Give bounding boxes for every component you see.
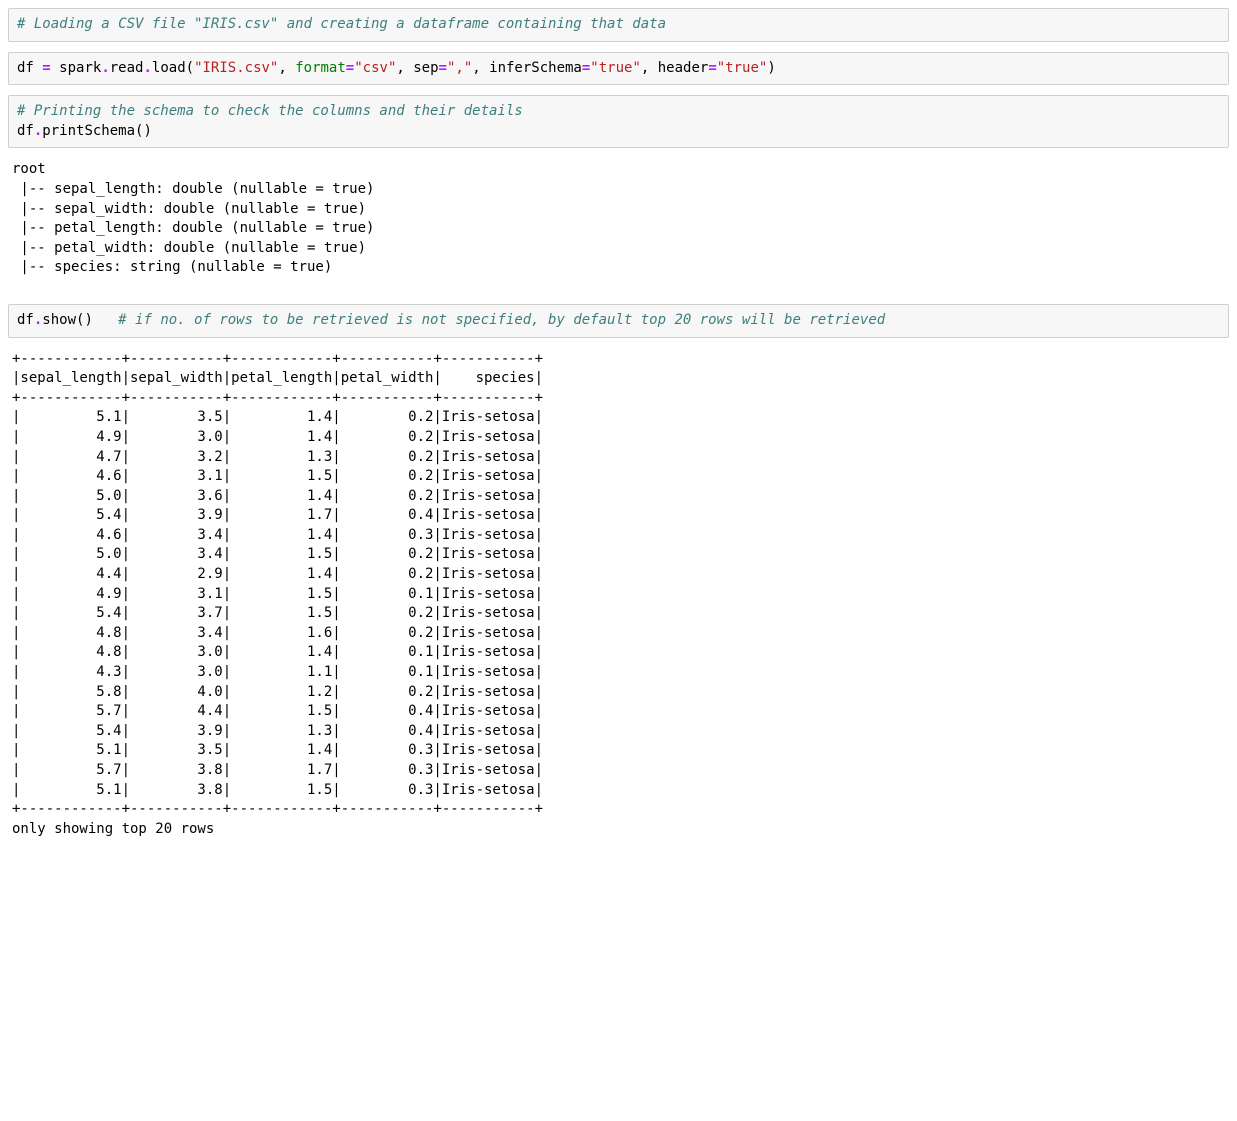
- code-var: df: [17, 60, 42, 76]
- code-string: "true": [717, 60, 768, 76]
- code-eq: =: [346, 60, 354, 76]
- code-string: "csv": [354, 60, 396, 76]
- code-keyword-arg: format: [295, 60, 346, 76]
- code-paren: (: [186, 60, 194, 76]
- code-attr: read: [110, 60, 144, 76]
- code-paren: ): [767, 60, 775, 76]
- code-keyword-arg: sep: [413, 60, 438, 76]
- code-func: load: [152, 60, 186, 76]
- code-var: spark: [59, 60, 101, 76]
- code-comment: # Loading a CSV file "IRIS.csv" and crea…: [17, 16, 666, 32]
- code-paren: (): [135, 123, 152, 139]
- code-comment: # Printing the schema to check the colum…: [17, 103, 523, 119]
- output-schema: root |-- sepal_length: double (nullable …: [8, 158, 1229, 288]
- code-comma: ,: [396, 60, 413, 76]
- code-eq: =: [708, 60, 716, 76]
- code-keyword-arg: header: [658, 60, 709, 76]
- output-table: +------------+-----------+------------+-…: [8, 348, 1229, 850]
- code-string: "IRIS.csv": [194, 60, 278, 76]
- code-spacer: [93, 312, 118, 328]
- code-string: "true": [590, 60, 641, 76]
- code-op: =: [42, 60, 59, 76]
- code-cell-1[interactable]: # Loading a CSV file "IRIS.csv" and crea…: [8, 8, 1229, 42]
- code-cell-3[interactable]: # Printing the schema to check the colum…: [8, 95, 1229, 148]
- code-var: df: [17, 123, 34, 139]
- code-eq: =: [439, 60, 447, 76]
- code-comma: ,: [472, 60, 489, 76]
- code-cell-4[interactable]: df.show() # if no. of rows to be retriev…: [8, 304, 1229, 338]
- code-func: printSchema: [42, 123, 135, 139]
- code-comment: # if no. of rows to be retrieved is not …: [118, 312, 885, 328]
- code-cell-2[interactable]: df = spark.read.load("IRIS.csv", format=…: [8, 52, 1229, 86]
- code-var: df: [17, 312, 34, 328]
- code-func: show: [42, 312, 76, 328]
- code-dot: .: [143, 60, 151, 76]
- code-comma: ,: [641, 60, 658, 76]
- code-paren: (): [76, 312, 93, 328]
- code-comma: ,: [278, 60, 295, 76]
- code-dot: .: [101, 60, 109, 76]
- code-string: ",": [447, 60, 472, 76]
- code-keyword-arg: inferSchema: [489, 60, 582, 76]
